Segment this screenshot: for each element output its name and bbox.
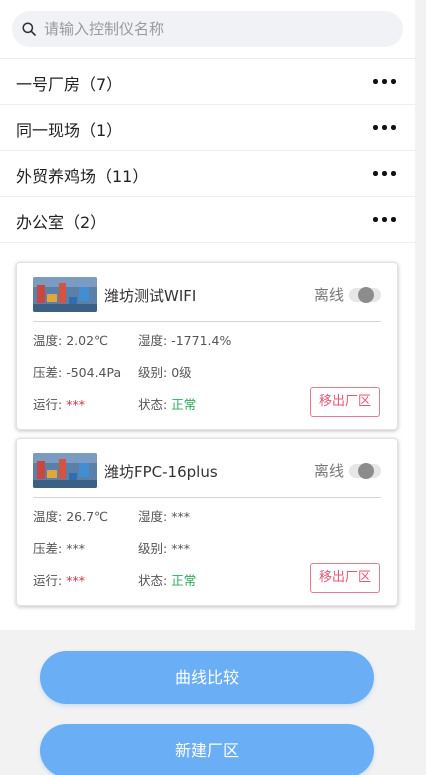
device-card[interactable]: 潍坊测试WIFI 离线 温度: 2.02℃ 湿度: -1771.4% 压差: -… (16, 262, 398, 430)
temperature-field: 温度: 2.02℃ (33, 333, 109, 348)
level-field: 级别: 0级 (138, 365, 192, 380)
divider (33, 321, 381, 322)
remove-from-factory-button[interactable]: 移出厂区 (310, 563, 380, 593)
main-panel: 一号厂房（7） 同一现场（1） 外贸养鸡场（11） 办公室（2） 潍坊测试WIF… (0, 0, 415, 630)
toggle-knob (358, 287, 374, 303)
run-field: 运行: *** (33, 573, 85, 588)
search-icon (22, 22, 36, 36)
online-toggle[interactable] (349, 463, 381, 479)
new-factory-button[interactable]: 新建厂区 (40, 724, 374, 775)
factory-row-4[interactable]: 办公室（2） (0, 197, 415, 243)
level-field: 级别: *** (138, 541, 190, 556)
more-dots-icon[interactable] (373, 171, 397, 177)
temperature-field: 温度: 26.7℃ (33, 509, 109, 524)
pressure-field: 压差: *** (33, 541, 85, 556)
device-thumbnail-icon (33, 277, 97, 312)
humidity-field: 湿度: -1771.4% (138, 333, 232, 348)
more-dots-icon[interactable] (373, 125, 397, 131)
factory-row-1[interactable]: 一号厂房（7） (0, 59, 415, 105)
online-status: 离线 (314, 286, 345, 304)
state-field: 状态: 正常 (138, 397, 197, 412)
scrollbar[interactable] (415, 0, 426, 775)
online-status: 离线 (314, 462, 345, 480)
device-card[interactable]: 潍坊FPC-16plus 离线 温度: 26.7℃ 湿度: *** 压差: **… (16, 438, 398, 606)
device-name: 潍坊FPC-16plus (104, 463, 218, 481)
device-thumbnail-icon (33, 453, 97, 488)
pressure-field: 压差: -504.4Pa (33, 365, 122, 380)
factory-label: 同一现场（1） (16, 121, 123, 140)
factory-label: 办公室（2） (16, 213, 107, 232)
factory-row-2[interactable]: 同一现场（1） (0, 105, 415, 151)
toggle-knob (358, 463, 374, 479)
factory-label: 一号厂房（7） (16, 75, 123, 94)
search-input[interactable] (44, 11, 384, 47)
device-name: 潍坊测试WIFI (104, 287, 197, 305)
online-toggle[interactable] (349, 287, 381, 303)
remove-from-factory-button[interactable]: 移出厂区 (310, 387, 380, 417)
more-dots-icon[interactable] (373, 217, 397, 223)
more-dots-icon[interactable] (373, 79, 397, 85)
state-field: 状态: 正常 (138, 573, 197, 588)
search-bar[interactable] (12, 11, 403, 47)
factory-label: 外贸养鸡场（11） (16, 167, 149, 186)
run-field: 运行: *** (33, 397, 85, 412)
divider (33, 497, 381, 498)
factory-row-3[interactable]: 外贸养鸡场（11） (0, 151, 415, 197)
curve-compare-button[interactable]: 曲线比较 (40, 651, 374, 704)
humidity-field: 湿度: *** (138, 509, 190, 524)
